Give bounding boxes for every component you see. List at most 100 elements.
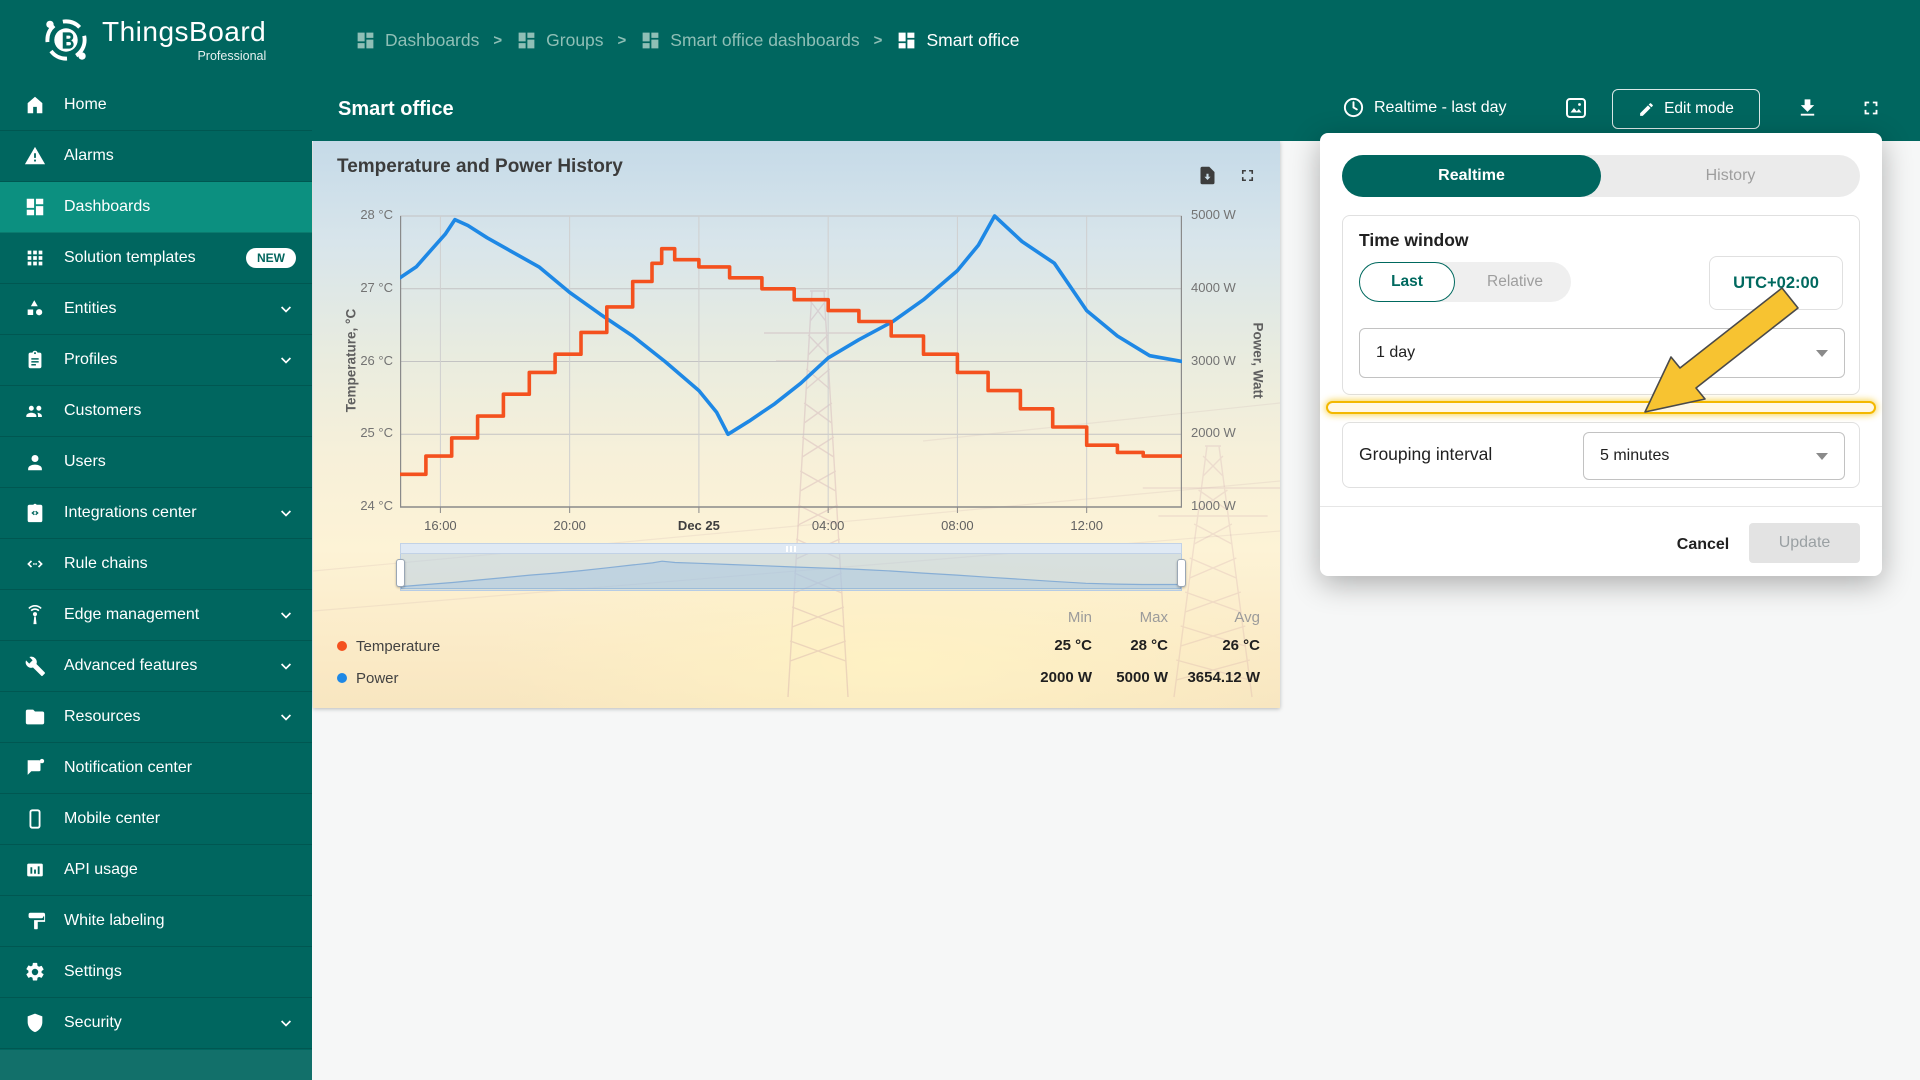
breadcrumb-dashboards[interactable]: Dashboards: [355, 30, 479, 51]
sidebar-item-white-labeling[interactable]: White labeling: [0, 896, 312, 947]
thingsboard-logo[interactable]: ThingsBoard Professional: [40, 14, 266, 66]
update-button[interactable]: Update: [1749, 523, 1860, 563]
legend-header-avg: Avg: [1234, 609, 1260, 626]
breadcrumb: Dashboards > Groups > Smart office dashb…: [355, 0, 1019, 80]
slider-handle-right[interactable]: [1177, 559, 1186, 587]
edit-mode-label: Edit mode: [1664, 100, 1734, 117]
chevron-down-icon: [276, 605, 296, 625]
legend-dot: [337, 673, 347, 683]
chart-plot-area[interactable]: [398, 214, 1184, 516]
sidebar-item-edge-management[interactable]: Edge management: [0, 590, 312, 641]
settings-icon: [24, 961, 46, 983]
timezone-button[interactable]: UTC+02:00: [1709, 256, 1843, 310]
time-window-section: Time window Last Relative UTC+02:00 1 da…: [1342, 215, 1860, 395]
sidebar-item-label: Alarms: [64, 147, 114, 164]
download-icon[interactable]: [1796, 96, 1819, 119]
sidebar-item-entities[interactable]: Entities: [0, 284, 312, 335]
legend-item-temperature[interactable]: Temperature: [337, 636, 440, 656]
breadcrumb-separator: >: [493, 31, 503, 49]
entities-icon: [24, 298, 46, 320]
breadcrumb-groups[interactable]: Groups: [516, 30, 604, 51]
dashboard-image-icon[interactable]: [1564, 96, 1588, 120]
select-arrow-icon: [1816, 349, 1828, 357]
chevron-down-icon: [276, 299, 296, 319]
rule-chains-icon: [24, 553, 46, 575]
timewindow-button[interactable]: Realtime - last day: [1342, 96, 1507, 119]
widget-fullscreen-icon[interactable]: [1238, 166, 1257, 185]
select-arrow-icon: [1816, 452, 1828, 460]
sidebar-item-notification-center[interactable]: Notification center: [0, 743, 312, 794]
sidebar-item-dashboards[interactable]: Dashboards: [0, 182, 312, 233]
y-axis-tick-left: 28 °C: [360, 207, 393, 222]
thingsboard-logo-icon: [40, 14, 92, 66]
slider-grip-icon: [786, 546, 796, 552]
chevron-down-icon: [276, 707, 296, 727]
time-window-heading: Time window: [1359, 230, 1469, 250]
sidebar-item-alarms[interactable]: Alarms: [0, 131, 312, 182]
tab-history[interactable]: History: [1601, 155, 1860, 197]
breadcrumb-smart-office[interactable]: Smart office: [896, 30, 1019, 51]
sidebar-item-customers[interactable]: Customers: [0, 386, 312, 437]
dashboard-icon: [896, 30, 917, 51]
tab-realtime[interactable]: Realtime: [1342, 155, 1601, 197]
customers-icon: [24, 400, 46, 422]
sidebar-item-profiles[interactable]: Profiles: [0, 335, 312, 386]
widget-title: Temperature and Power History: [337, 156, 623, 177]
dashboard-title: Smart office: [338, 98, 454, 120]
sidebar-item-label: Notification center: [64, 759, 193, 776]
sidebar-item-label: Users: [64, 453, 106, 470]
x-axis-tick: 12:00: [1070, 518, 1103, 533]
sidebar-item-resources[interactable]: Resources: [0, 692, 312, 743]
alarm-icon: [24, 145, 46, 167]
toggle-last[interactable]: Last: [1359, 262, 1455, 302]
annotation-highlight-bar: [1326, 401, 1876, 414]
sidebar-item-users[interactable]: Users: [0, 437, 312, 488]
grouping-section: Grouping interval 5 minutes: [1342, 422, 1860, 488]
sidebar-item-label: Profiles: [64, 351, 118, 368]
slider-handle-left[interactable]: [396, 559, 405, 587]
dashboard-toolbar: Smart office Realtime - last day Edit mo…: [312, 80, 1920, 141]
y-axis-tick-right: 2000 W: [1191, 425, 1236, 441]
sidebar-item-label: Rule chains: [64, 555, 148, 572]
legend-series-name: Temperature: [356, 637, 441, 655]
popup-footer-divider: [1320, 506, 1882, 507]
breadcrumb-smart-office-dashboards[interactable]: Smart office dashboards: [640, 30, 860, 51]
sidebar-item-label: Entities: [64, 300, 117, 317]
sidebar-item-label: Home: [64, 96, 107, 113]
home-icon: [24, 94, 46, 116]
toggle-relative[interactable]: Relative: [1459, 262, 1571, 302]
sidebar-item-integrations-center[interactable]: Integrations center: [0, 488, 312, 539]
export-file-icon[interactable]: [1197, 165, 1218, 186]
x-axis-tick: 08:00: [941, 518, 974, 533]
timewindow-tabs: Realtime History: [1342, 155, 1860, 197]
last-relative-toggle: Last Relative: [1359, 262, 1571, 302]
sidebar-item-settings[interactable]: Settings: [0, 947, 312, 998]
cancel-button[interactable]: Cancel: [1665, 527, 1741, 563]
y-axis-title-right: Power, Watt: [1250, 322, 1266, 399]
legend-dot: [337, 641, 347, 651]
toolbar-fullscreen-icon[interactable]: [1860, 97, 1882, 119]
sidebar-item-rule-chains[interactable]: Rule chains: [0, 539, 312, 590]
brand-subtitle: Professional: [197, 48, 267, 63]
api-icon: [24, 859, 46, 881]
x-axis-tick: Dec 25: [677, 518, 720, 533]
slider-selection[interactable]: [400, 554, 1182, 591]
sidebar-item-solution-templates[interactable]: Solution templates NEW: [0, 233, 312, 284]
interval-select[interactable]: 1 day: [1359, 328, 1845, 378]
slider-track[interactable]: [400, 543, 1182, 554]
sidebar-item-home[interactable]: Home: [0, 80, 312, 131]
sidebar-item-mobile-center[interactable]: Mobile center: [0, 794, 312, 845]
grouping-select[interactable]: 5 minutes: [1583, 432, 1845, 480]
y-axis-tick-left: 27 °C: [360, 279, 393, 295]
sidebar-item-api-usage[interactable]: API usage: [0, 845, 312, 896]
legend-item-power[interactable]: Power: [337, 668, 399, 688]
sidebar-item-advanced-features[interactable]: Advanced features: [0, 641, 312, 692]
sidebar-item-security[interactable]: Security: [0, 998, 312, 1049]
edit-mode-button[interactable]: Edit mode: [1612, 89, 1760, 129]
app-header: ThingsBoard Professional Dashboards > Gr…: [0, 0, 1920, 80]
sidebar-item-label: Mobile center: [64, 810, 161, 827]
chevron-down-icon: [276, 503, 296, 523]
sidebar-item-label: Edge management: [64, 606, 200, 623]
y-axis-tick-left: 26 °C: [360, 352, 393, 368]
x-axis-tick: 04:00: [811, 518, 845, 533]
